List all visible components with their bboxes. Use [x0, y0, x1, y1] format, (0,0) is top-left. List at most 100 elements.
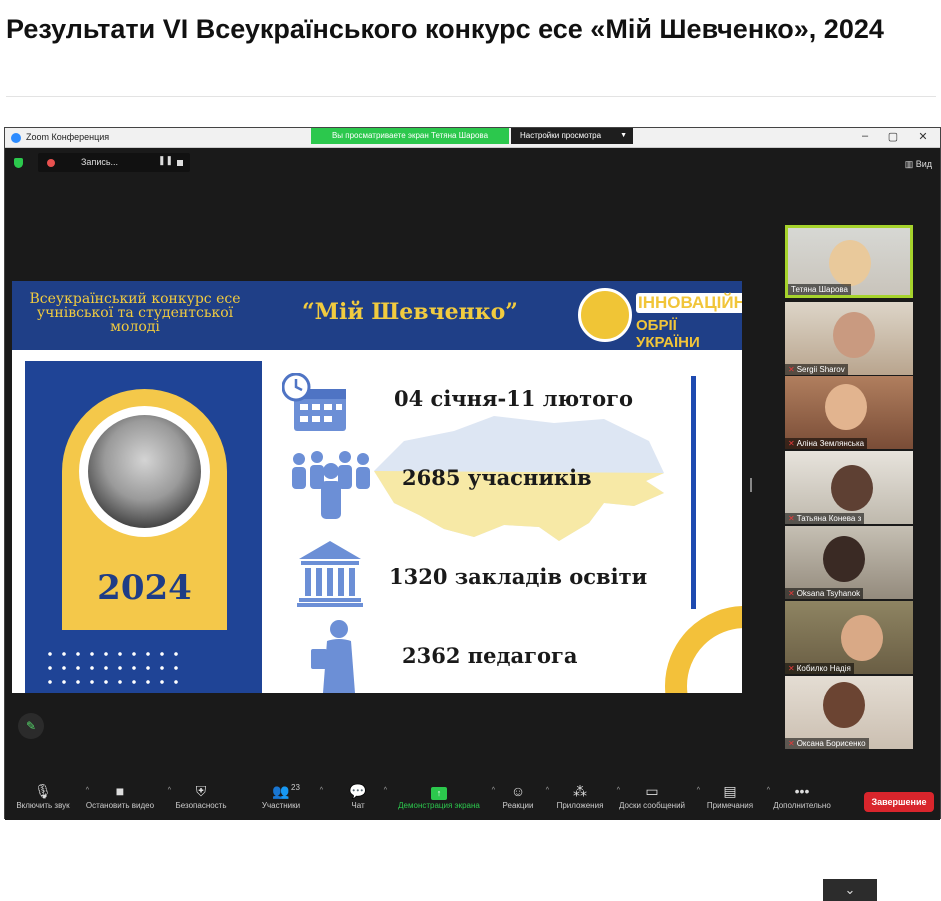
zoom-window: Zoom Конференция Вы просматриваете экран… — [4, 127, 941, 901]
participant-name: ✕ Татьяна Конева з — [785, 513, 865, 524]
left-panel: 2024 — [25, 361, 262, 693]
participant-tile[interactable]: ✕ Oksana Tsyhanok — [785, 526, 913, 599]
chevron-down-icon: ⌄ — [844, 882, 856, 897]
accent-bar — [691, 376, 696, 609]
slide-header: Всеукраїнський конкурс есе учнівської та… — [12, 281, 742, 351]
mic-muted-icon: 🎙 — [34, 783, 52, 799]
notes-icon: ▤ — [723, 783, 737, 799]
portrait-frame — [79, 406, 210, 537]
participant-tile[interactable]: ✕ Кобилко Надія — [785, 601, 913, 674]
participant-video — [831, 465, 873, 511]
chat-bubble-icon: 💬 — [349, 783, 367, 799]
logo-text-line1: ІННОВАЦІЙНІ — [636, 293, 742, 313]
chevron-up-icon[interactable]: ^ — [492, 787, 495, 794]
participant-name: Тетяна Шарова — [788, 284, 851, 295]
logo-text-line2: ОБРІЇ УКРАЇНИ — [636, 317, 700, 351]
participant-name: ✕ Sergii Sharov — [785, 364, 848, 375]
scroll-down-button[interactable]: ⌄ — [823, 879, 877, 901]
minimize-button[interactable]: ‒ — [857, 130, 873, 142]
calendar-icon — [282, 373, 346, 431]
more-dots-icon: ••• — [794, 783, 810, 799]
participant-video — [841, 615, 883, 661]
shevchenko-portrait — [88, 415, 201, 528]
chevron-up-icon[interactable]: ^ — [384, 787, 387, 794]
article-title: Результати VI Всеукраїнського конкурс ес… — [6, 14, 884, 44]
security-button[interactable]: ⛨ Безопасность — [169, 779, 233, 820]
window-title: Zoom Конференция — [26, 132, 110, 142]
meeting-toolbar: 🎙 Включить звук ^ ■ Остановить видео ^ ⛨… — [5, 779, 940, 820]
recording-label: Запись... — [81, 157, 119, 167]
stat-institutions: 1320 закладів освіти — [389, 564, 648, 589]
stop-video-button[interactable]: ■ Остановить видео ^ — [81, 779, 171, 820]
muted-mic-icon: ✕ — [788, 514, 795, 523]
zoom-logo-icon — [11, 133, 21, 143]
view-options-label: Настройки просмотра — [520, 131, 602, 140]
stat-participants: 2685 учасників — [402, 465, 592, 490]
whiteboards-button[interactable]: ▭ Доски сообщений ^ — [616, 779, 700, 820]
close-button[interactable]: ✕ — [915, 130, 931, 143]
stat-dates: 04 січня-11 лютого — [394, 386, 634, 411]
participant-tile[interactable]: ✕ Татьяна Конева з — [785, 451, 913, 524]
participants-button[interactable]: 👥 Участники 23 ^ — [251, 779, 323, 820]
chevron-up-icon[interactable]: ^ — [697, 787, 700, 794]
muted-mic-icon: ✕ — [788, 365, 795, 374]
record-icon — [47, 159, 55, 167]
participant-video — [823, 536, 865, 582]
participant-name: ✕ Аліна Землянська — [785, 438, 868, 449]
participant-name: ✕ Oksana Tsyhanok — [785, 588, 864, 599]
participants-icon: 👥 — [272, 783, 290, 799]
participant-name: ✕ Кобилко Надія — [785, 663, 854, 674]
shield-icon: ⛨ — [195, 783, 207, 799]
participant-name: ✕ Оксана Борисенко — [785, 738, 869, 749]
recording-bar: Запись... ❚❚ — [38, 153, 190, 172]
participant-tile[interactable]: ✕ Оксана Борисенко — [785, 676, 913, 749]
apps-icon: ⁂ — [573, 783, 587, 799]
end-meeting-button[interactable]: Завершение — [864, 792, 934, 812]
share-screen-button[interactable]: ↑ Демонстрация экрана ^ — [395, 779, 495, 820]
chat-button[interactable]: 💬 Чат ^ — [341, 779, 387, 820]
view-options-dropdown[interactable]: Настройки просмотра ▼ — [511, 128, 633, 144]
view-label: Вид — [915, 159, 932, 169]
window-titlebar: Zoom Конференция Вы просматриваете экран… — [5, 128, 940, 148]
decor-arc — [665, 606, 742, 693]
participant-video — [825, 384, 867, 430]
slide-header-title: “Мій Шевченко” — [302, 299, 518, 325]
more-button[interactable]: ••• Дополнительно — [767, 779, 837, 820]
participant-video — [833, 312, 875, 358]
reactions-button[interactable]: ☺ Реакции ^ — [499, 779, 549, 820]
year-label: 2024 — [97, 568, 192, 608]
chevron-down-icon: ▼ — [620, 132, 627, 139]
participant-video — [823, 682, 865, 728]
notes-button[interactable]: ▤ Примечания ^ — [702, 779, 770, 820]
participant-tile[interactable]: Тетяна Шарова — [785, 225, 913, 298]
participant-tile[interactable]: ✕ Аліна Землянська — [785, 376, 913, 449]
slide-header-subtitle: Всеукраїнський конкурс есе учнівської та… — [29, 291, 241, 335]
divider — [6, 96, 936, 97]
maximize-button[interactable]: ▢ — [885, 130, 901, 143]
institution-icon — [297, 541, 363, 607]
viewing-screen-banner: Вы просматриваете экран Тетяна Шарова — [311, 128, 509, 144]
panel-resize-handle[interactable] — [750, 478, 752, 492]
participant-video — [829, 240, 871, 286]
pause-icon[interactable]: ❚❚ — [158, 155, 173, 166]
share-screen-icon: ↑ — [431, 787, 447, 800]
annotate-pencil-icon[interactable]: ✎ — [18, 713, 44, 739]
participant-tile[interactable]: ✕ Sergii Sharov — [785, 302, 913, 375]
muted-mic-icon: ✕ — [788, 439, 795, 448]
chevron-up-icon[interactable]: ^ — [546, 787, 549, 794]
stat-teachers: 2362 педагога — [402, 643, 578, 668]
smiley-icon: ☺ — [510, 783, 526, 799]
unmute-button[interactable]: 🎙 Включить звук ^ — [9, 779, 89, 820]
stop-icon[interactable] — [177, 160, 183, 166]
apps-button[interactable]: ⁂ Приложения ^ — [552, 779, 620, 820]
muted-mic-icon: ✕ — [788, 664, 795, 673]
shared-slide: Всеукраїнський конкурс есе учнівської та… — [12, 281, 742, 693]
participants-count: 23 — [291, 783, 300, 792]
video-camera-icon: ■ — [115, 783, 125, 799]
view-button[interactable]: ▥ Вид — [905, 159, 932, 170]
muted-mic-icon: ✕ — [788, 589, 795, 598]
whiteboard-icon: ▭ — [645, 783, 659, 799]
shield-icon[interactable] — [14, 158, 23, 168]
chevron-up-icon[interactable]: ^ — [320, 787, 323, 794]
logo-icon — [578, 288, 632, 342]
